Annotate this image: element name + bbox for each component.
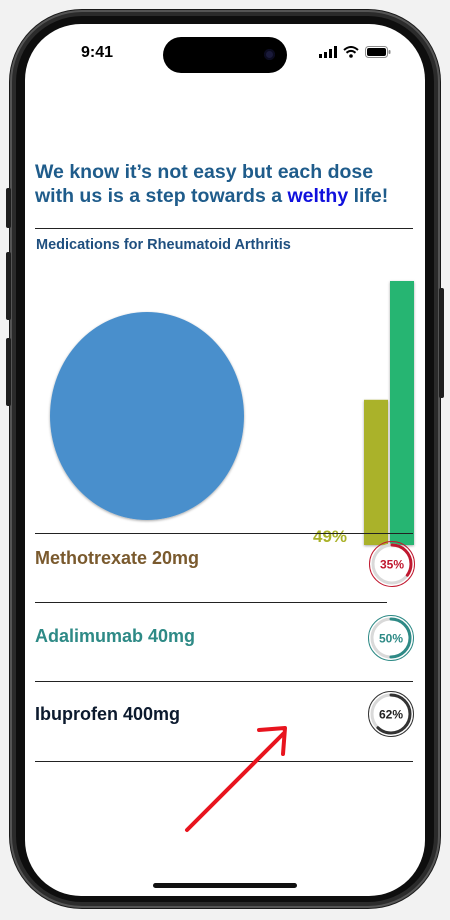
medication-name: Ibuprofen 400mg: [35, 704, 181, 724]
medication-name: Methotrexate 20mg: [35, 548, 200, 568]
headline: We know it’s not easy but each dose with…: [35, 160, 415, 208]
chart: 49%: [50, 281, 414, 546]
arrow-head: [257, 726, 287, 756]
volume-up-button: [6, 252, 11, 320]
action-button: [6, 188, 11, 228]
divider: [35, 533, 413, 534]
battery-icon: [365, 46, 391, 58]
status-icons: [319, 46, 391, 58]
medication-name: Adalimumab 40mg: [35, 626, 196, 646]
arrow-shaft: [185, 732, 285, 832]
status-time: 9:41: [81, 44, 114, 61]
chart-bar: [364, 399, 388, 545]
divider: [35, 602, 387, 603]
signal-icon: [319, 46, 337, 58]
wifi-icon: [343, 46, 359, 58]
headline-text-end: life!: [348, 185, 389, 207]
chart-circle: [50, 312, 244, 520]
progress-ring: 35%: [369, 541, 415, 587]
progress-ring-label: 62%: [379, 708, 403, 722]
progress-ring: 62%: [368, 691, 414, 737]
chart-value-label: 49%: [313, 527, 347, 546]
dynamic-island: [163, 37, 287, 73]
volume-down-button: [6, 338, 11, 406]
progress-ring: 50%: [368, 615, 414, 661]
chart-bar: [390, 281, 414, 545]
progress-ring-label: 35%: [380, 558, 404, 572]
arrow-icon: [185, 726, 287, 832]
camera-icon: [264, 49, 275, 60]
headline-highlight: welthy: [287, 185, 349, 207]
screen: 9:41 We know it’s not easy but each dose…: [25, 24, 425, 896]
power-button: [439, 288, 444, 398]
divider: [35, 228, 413, 229]
progress-ring-label: 50%: [379, 632, 403, 646]
divider: [35, 681, 413, 682]
home-indicator[interactable]: [153, 883, 297, 888]
